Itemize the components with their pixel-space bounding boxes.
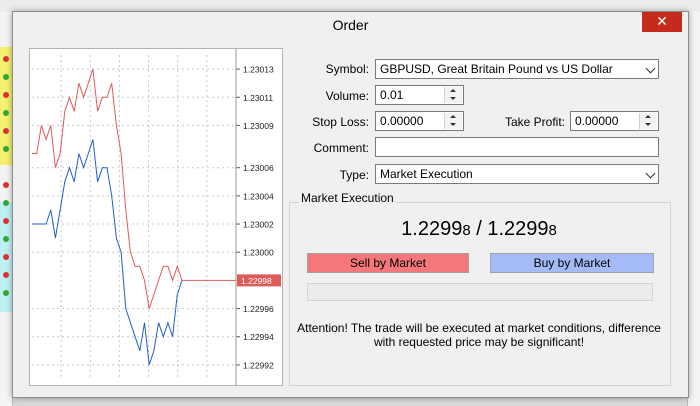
execution-progress-bar [307, 283, 653, 301]
y-tick-label: 1.23013 [243, 65, 274, 75]
take-profit-spin [639, 113, 657, 129]
take-profit-down-arrow-icon[interactable] [640, 121, 657, 129]
chevron-down-icon [645, 63, 656, 74]
bid-price-pip: 8 [462, 222, 471, 239]
comment-label: Comment: [313, 141, 369, 155]
price-separator: / [470, 218, 488, 240]
volume-value: 0.01 [380, 88, 404, 102]
chevron-down-icon [645, 168, 656, 179]
current-price-label: 1.22998 [241, 276, 272, 286]
tick-chart-svg: 1.23013 1.23011 1.23009 1.23006 1.23004 1.230… [32, 49, 281, 385]
stop-loss-stepper[interactable]: 0.00000 [375, 111, 464, 131]
order-type-value: Market Execution [380, 167, 473, 181]
symbol-value: GBPUSD, Great Britain Pound vs US Dollar [380, 62, 613, 76]
price-display: 1.22998 / 1.22998 [289, 218, 669, 241]
dialog-titlebar: Order ✕ [13, 12, 688, 38]
bid-price-line [32, 68, 183, 309]
ask-price-pip: 8 [548, 222, 557, 239]
stop-loss-down-arrow-icon[interactable] [445, 121, 462, 129]
volume-label: Volume: [325, 89, 369, 103]
stop-loss-label: Stop Loss: [312, 115, 369, 129]
symbol-select[interactable]: GBPUSD, Great Britain Pound vs US Dollar [375, 59, 659, 79]
dialog-title: Order [332, 17, 369, 33]
symbol-label: Symbol: [325, 62, 369, 76]
volume-spin [444, 87, 462, 103]
take-profit-value: 0.00000 [575, 114, 619, 128]
volume-down-arrow-icon[interactable] [445, 95, 462, 103]
y-tick-label: 1.23011 [243, 93, 273, 103]
stop-loss-spin [444, 113, 462, 129]
y-tick-label: 1.22996 [243, 304, 274, 314]
y-tick-label: 1.23004 [243, 191, 274, 201]
take-profit-stepper[interactable]: 0.00000 [570, 111, 659, 131]
y-tick-label: 1.23000 [243, 248, 274, 258]
order-type-select[interactable]: Market Execution [375, 164, 659, 184]
order-dialog: Order ✕ 1.23013 1.23011 1.23009 1.23006 1.23… [12, 11, 689, 398]
close-button[interactable]: ✕ [642, 12, 682, 32]
y-tick-label: 1.23002 [243, 220, 274, 230]
take-profit-label: Take Profit: [504, 115, 565, 129]
tick-chart: 1.23013 1.23011 1.23009 1.23006 1.23004 1.230… [29, 48, 283, 386]
stop-loss-value: 0.00000 [380, 114, 424, 128]
ask-price-main: 1.2299 [487, 218, 549, 240]
buy-by-market-button[interactable]: Buy by Market [490, 253, 654, 273]
y-tick-label: 1.22992 [243, 360, 274, 370]
volume-stepper[interactable]: 0.01 [375, 85, 464, 105]
y-tick-label: 1.22994 [243, 332, 274, 342]
type-label: Type: [339, 168, 369, 182]
bid-price-main: 1.2299 [401, 218, 463, 240]
comment-input[interactable] [375, 137, 659, 157]
sell-by-market-button[interactable]: Sell by Market [307, 253, 469, 273]
market-execution-title: Market Execution [299, 191, 396, 205]
y-tick-label: 1.23009 [243, 121, 274, 131]
attention-message: Attention! The trade will be executed at… [297, 321, 661, 349]
y-tick-label: 1.23006 [243, 163, 274, 173]
